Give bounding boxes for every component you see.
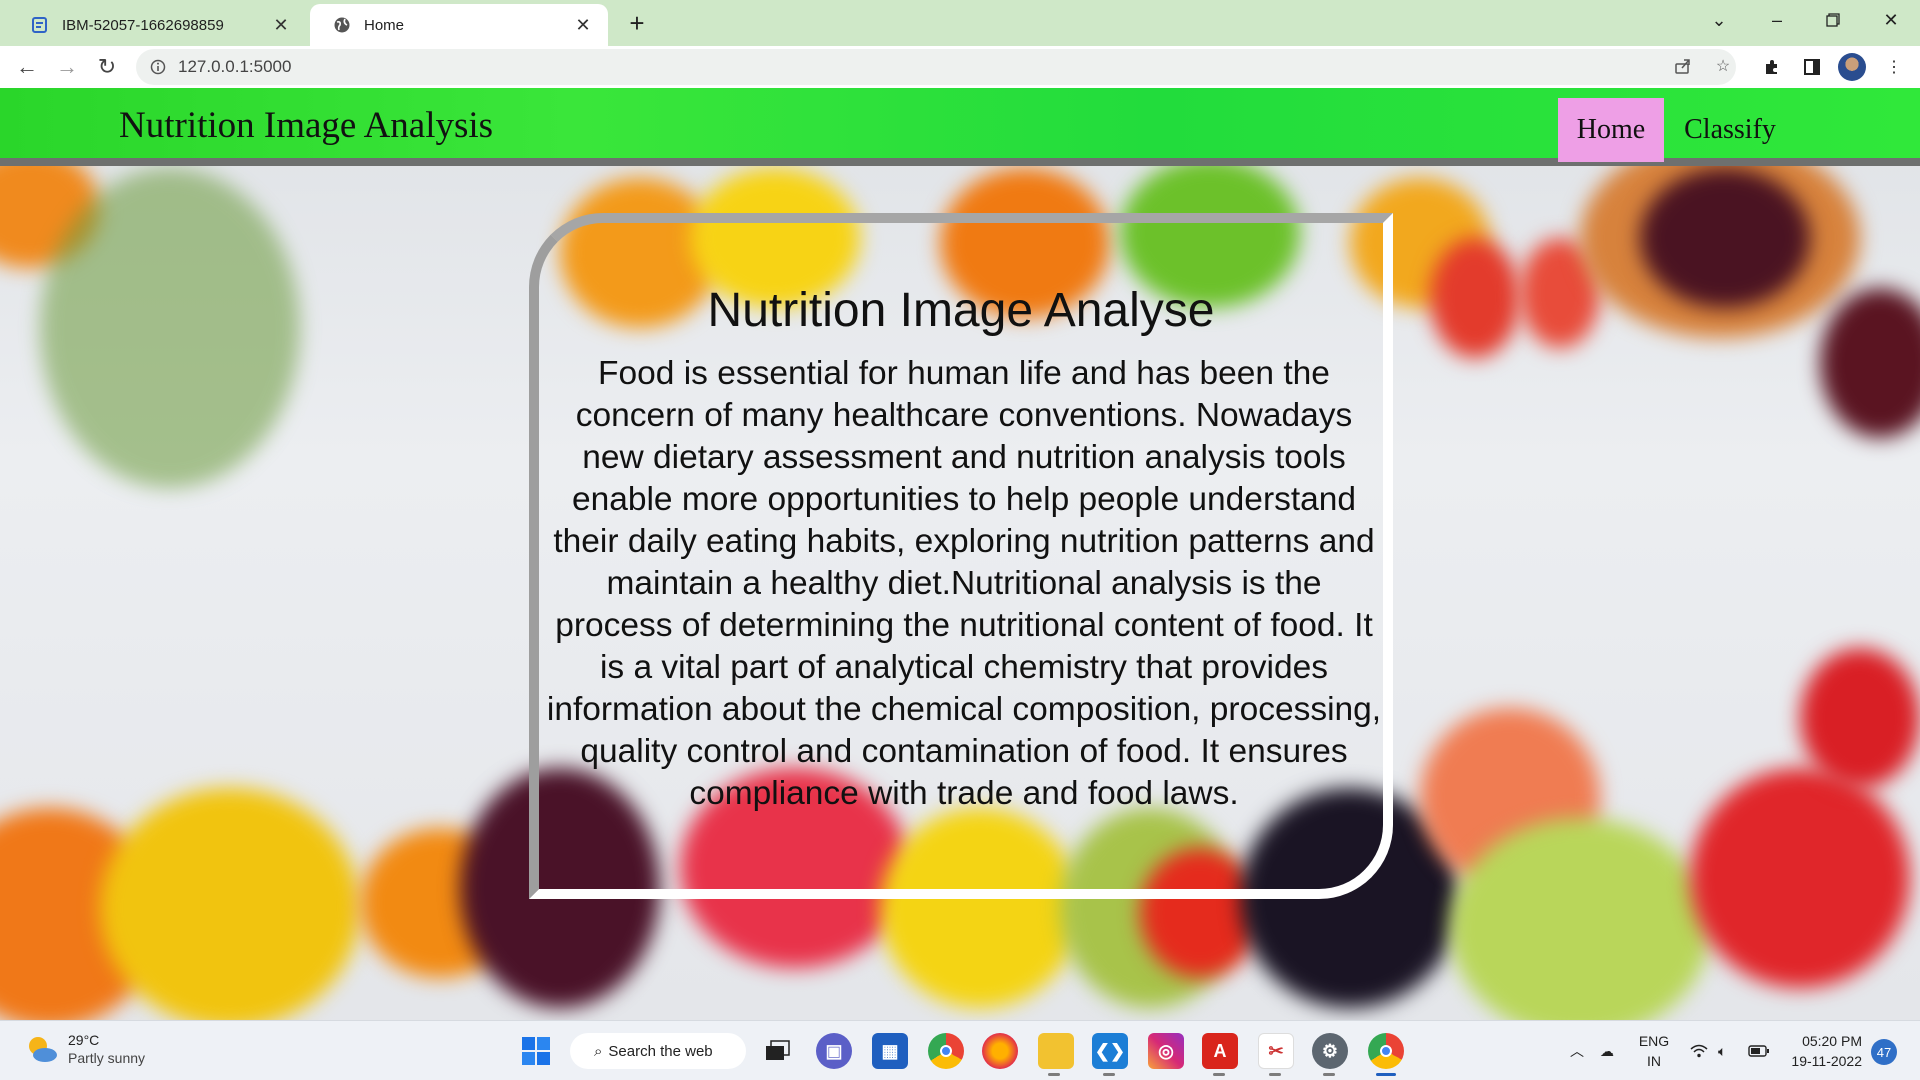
clock-date: 19-11-2022 [1791, 1053, 1862, 1069]
teams-chat-icon[interactable]: ▣ [816, 1033, 852, 1069]
close-tab-icon[interactable]: ✕ [270, 14, 292, 36]
chrome-icon[interactable] [928, 1033, 964, 1069]
task-view-icon[interactable] [760, 1033, 796, 1069]
running-indicator [1323, 1073, 1335, 1076]
running-indicator [1103, 1073, 1115, 1076]
search-label: Search the web [608, 1042, 713, 1060]
card-description: Food is essential for human life and has… [546, 355, 1382, 812]
more-menu-icon[interactable]: ⋮ [1878, 51, 1910, 83]
acrobat-icon[interactable]: A [1202, 1033, 1238, 1069]
region-code: IN [1647, 1053, 1661, 1069]
web-page: Nutrition Image Analysis Home Classify N… [0, 88, 1920, 1020]
document-icon [30, 15, 50, 35]
running-indicator [1048, 1073, 1060, 1076]
search-icon: ⌕ [594, 1042, 603, 1060]
weather-widget[interactable]: 29°C Partly sunny [24, 1031, 145, 1067]
extensions-icon[interactable] [1756, 51, 1788, 83]
share-icon[interactable] [1668, 51, 1698, 81]
star-icon[interactable]: ☆ [1708, 51, 1738, 81]
language-code: ENG [1638, 1033, 1670, 1049]
taskbar-search[interactable]: ⌕ Search the web [570, 1033, 746, 1069]
tab-strip: IBM-52057-1662698859 ✕ Home ✕ + ⌄ – ✕ [0, 0, 1920, 46]
running-indicator [1213, 1073, 1225, 1076]
volume-muted-icon[interactable]: 🔈︎ [1718, 1021, 1726, 1080]
browser-toolbar: ← → ↻ 127.0.0.1:5000 ☆ ⋮ [0, 46, 1920, 88]
side-panel-icon[interactable] [1796, 51, 1828, 83]
notification-badge[interactable]: 47 [1871, 1039, 1897, 1065]
profile-avatar[interactable] [1836, 51, 1868, 83]
tray-chevron-icon[interactable]: ︿ [1570, 1021, 1584, 1080]
windows-taskbar: 29°C Partly sunny ⌕ Search the web ▣ ▦ ❮… [0, 1020, 1920, 1080]
tab-home[interactable]: Home ✕ [310, 4, 608, 46]
settings-gear-icon[interactable]: ⚙ [1312, 1033, 1348, 1069]
running-indicator [1269, 1073, 1281, 1076]
new-tab-button[interactable]: + [622, 8, 652, 38]
back-arrow-icon[interactable]: ← [10, 50, 44, 84]
avatar [1838, 53, 1866, 81]
site-brand[interactable]: Nutrition Image Analysis [119, 104, 493, 147]
weather-temperature: 29°C [68, 1032, 100, 1048]
url-text: 127.0.0.1:5000 [178, 57, 292, 76]
tab-ibm[interactable]: IBM-52057-1662698859 ✕ [8, 4, 306, 46]
reload-icon[interactable]: ↻ [90, 50, 124, 84]
globe-icon [332, 15, 352, 35]
wifi-icon[interactable] [1690, 1021, 1708, 1080]
firefox-icon[interactable] [982, 1033, 1018, 1069]
tab-title: Home [364, 16, 405, 34]
vscode-icon[interactable]: ❮❯ [1092, 1033, 1128, 1069]
card-title: Nutrition Image Analyse [707, 284, 1215, 337]
close-window-icon[interactable]: ✕ [1866, 0, 1916, 40]
nav-classify-link[interactable]: Classify [1672, 98, 1788, 162]
tab-search-chevron-icon[interactable]: ⌄ [1694, 0, 1744, 40]
active-indicator [1376, 1073, 1396, 1076]
clock-time: 05:20 PM [1802, 1033, 1862, 1049]
intro-card: Nutrition Image Analyse Food is essentia… [529, 213, 1393, 899]
start-windows-icon[interactable] [518, 1033, 554, 1069]
close-tab-icon[interactable]: ✕ [572, 14, 594, 36]
weather-condition: Partly sunny [68, 1050, 146, 1066]
partly-sunny-icon [29, 1037, 57, 1062]
nav-home-link[interactable]: Home [1558, 98, 1664, 162]
system-clock[interactable]: 05:20 PM 19-11-2022 [1786, 1031, 1862, 1071]
language-indicator[interactable]: ENG IN [1636, 1031, 1672, 1071]
onedrive-cloud-icon[interactable]: ☁ [1600, 1021, 1614, 1080]
tab-title: IBM-52057-1662698859 [62, 16, 224, 34]
file-explorer-icon[interactable] [1038, 1033, 1074, 1069]
battery-icon[interactable] [1748, 1021, 1770, 1080]
site-navbar: Nutrition Image Analysis Home Classify [0, 88, 1920, 166]
snipping-tool-icon[interactable]: ✂ [1258, 1033, 1294, 1069]
instagram-icon[interactable]: ◎ [1148, 1033, 1184, 1069]
info-icon[interactable] [148, 57, 168, 77]
chrome-profile-icon[interactable] [1368, 1033, 1404, 1069]
store-icon[interactable]: ▦ [872, 1033, 908, 1069]
restore-icon[interactable] [1808, 0, 1858, 40]
minimize-icon[interactable]: – [1752, 0, 1802, 40]
forward-arrow-icon[interactable]: → [50, 50, 84, 84]
address-bar[interactable]: 127.0.0.1:5000 [136, 49, 1736, 85]
